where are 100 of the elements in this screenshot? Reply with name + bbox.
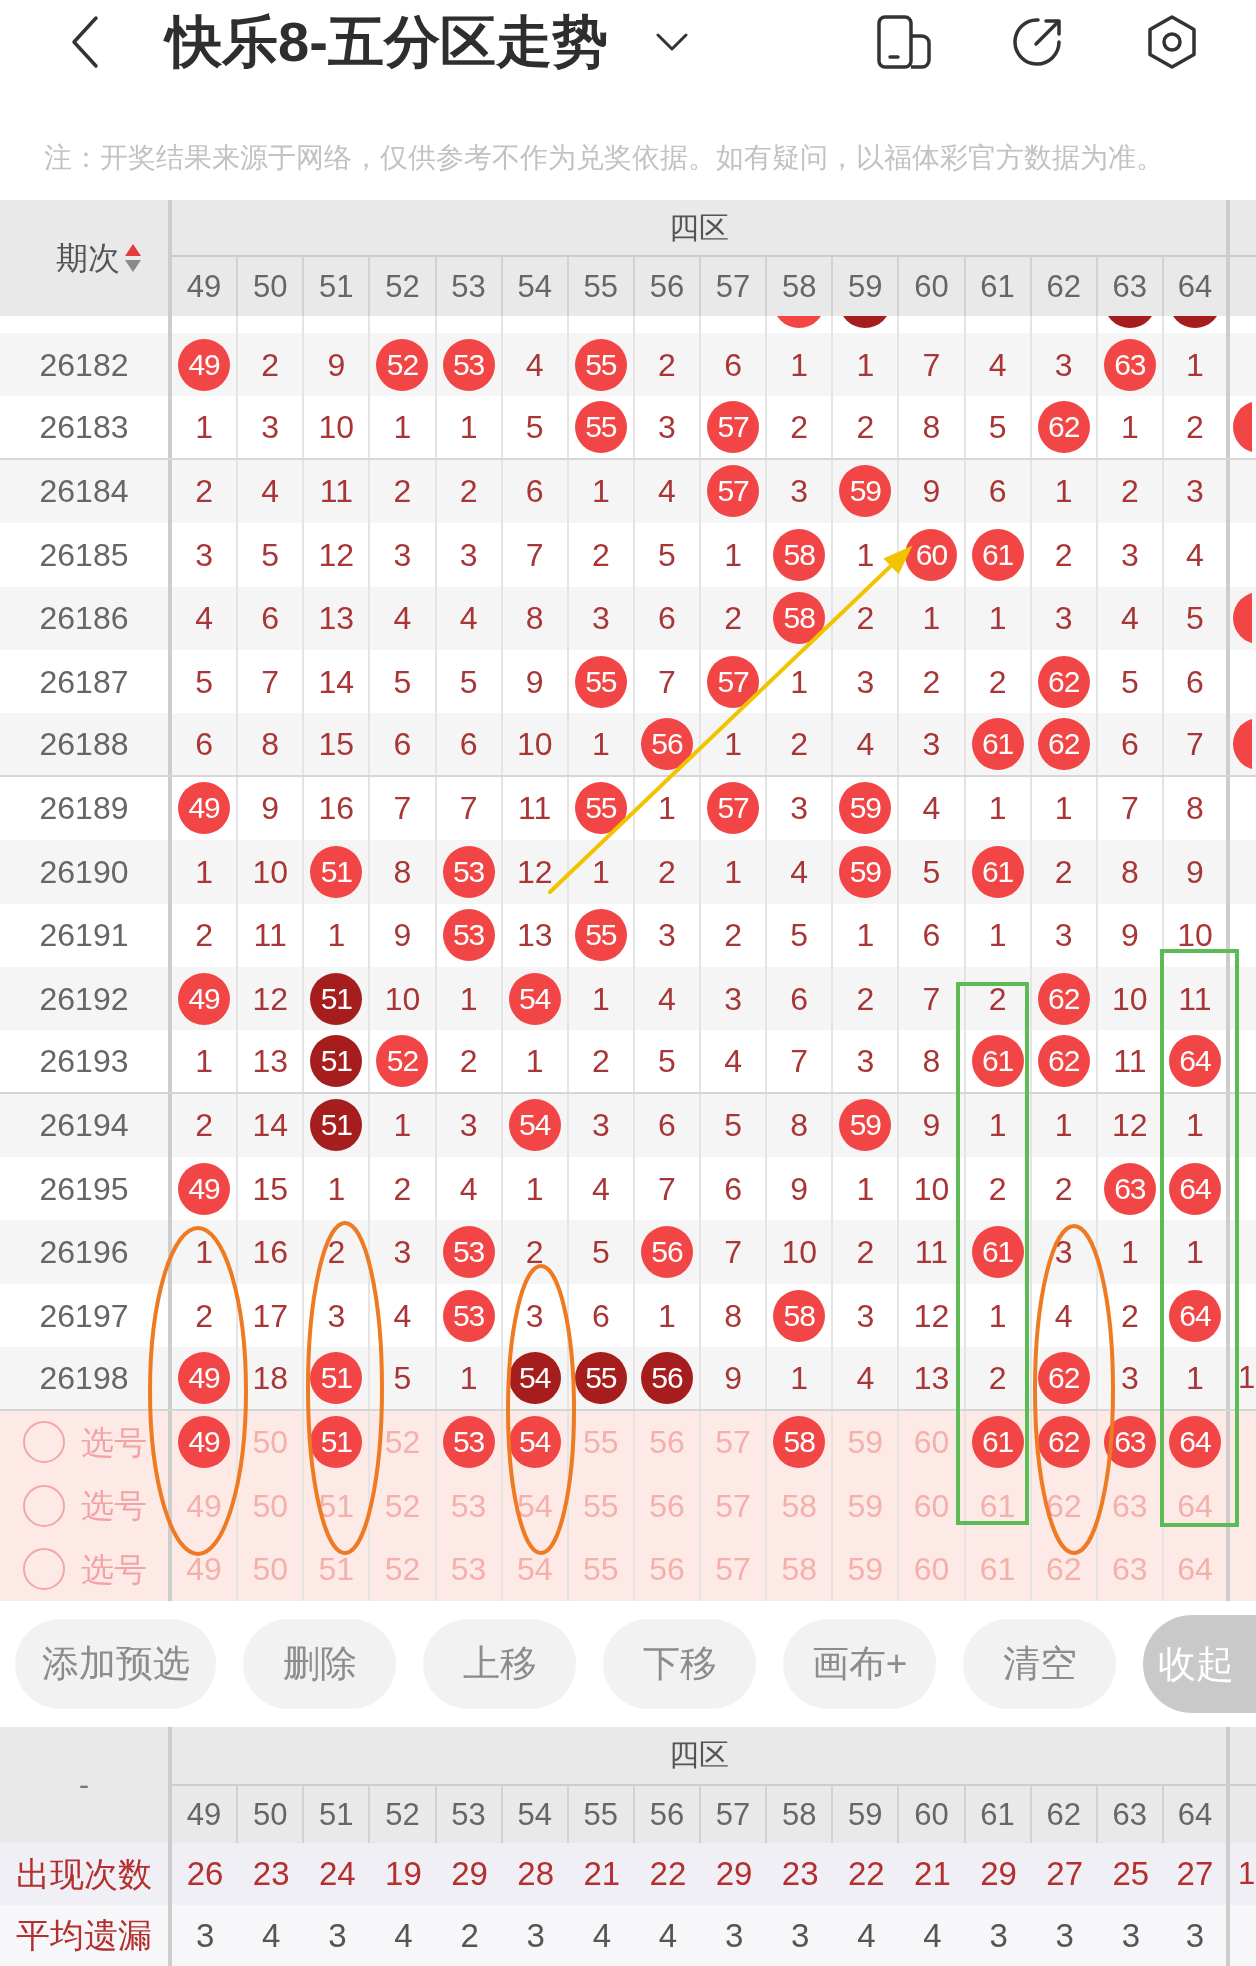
stat-value: 22 [649, 1857, 687, 1891]
radio-button[interactable] [23, 1484, 65, 1527]
pick-number[interactable]: 50 [252, 1426, 288, 1459]
pick-label: 选号 [81, 1425, 147, 1459]
action-button[interactable]: 下移 [603, 1618, 756, 1709]
gap-count: 1 [459, 982, 478, 1015]
pick-number[interactable]: 63 [1112, 1489, 1148, 1522]
pick-number[interactable]: 60 [913, 1426, 950, 1459]
stat-value: 29 [451, 1857, 488, 1891]
gap-count: 6 [790, 982, 809, 1015]
gap-count: 6 [459, 728, 478, 761]
gap-count: 2 [195, 475, 213, 508]
pick-number[interactable]: 61 [979, 1489, 1016, 1522]
gap-count: 2 [459, 475, 478, 508]
action-button[interactable]: 清空 [963, 1618, 1116, 1709]
action-button[interactable]: 删除 [243, 1618, 396, 1709]
pick-number[interactable]: 55 [583, 1553, 619, 1586]
pick-number[interactable]: 51 [318, 1553, 355, 1586]
zone-heading: 四区 [669, 1740, 729, 1771]
pick-number[interactable]: 64 [1177, 1489, 1213, 1522]
gap-count: 4 [988, 348, 1007, 381]
gap-count: 10 [1112, 982, 1148, 1015]
pick-number[interactable]: 50 [252, 1489, 288, 1522]
back-button[interactable] [70, 15, 100, 69]
gap-count: 10 [252, 855, 288, 888]
gap-count: 6 [195, 728, 213, 761]
pick-number[interactable]: 57 [715, 1426, 751, 1459]
pick-number[interactable]: 53 [450, 1553, 487, 1586]
gap-count: 5 [658, 1045, 676, 1077]
action-button[interactable]: 画布+ [783, 1618, 936, 1709]
pick-number[interactable]: 63 [1112, 1553, 1148, 1586]
device-button[interactable] [876, 14, 932, 70]
sort-icon[interactable] [124, 243, 142, 273]
gap-count: 9 [1186, 855, 1204, 888]
gap-count: 2 [856, 602, 875, 635]
pick-number[interactable]: 57 [715, 1489, 751, 1522]
pick-number[interactable]: 61 [979, 1553, 1016, 1586]
period-number: 26182 [39, 348, 129, 381]
pick-number[interactable]: 55 [583, 1426, 619, 1459]
pick-number[interactable]: 52 [384, 1426, 421, 1459]
gap-count: 9 [1120, 919, 1139, 952]
gap-count: 2 [1186, 411, 1204, 444]
column-number: 49 [186, 271, 222, 302]
gap-count: 12 [252, 982, 288, 1015]
dropdown-button[interactable] [655, 32, 688, 52]
pick-number[interactable]: 53 [450, 1489, 487, 1522]
period-number: 26188 [39, 728, 129, 761]
gap-count: 4 [790, 855, 809, 888]
gap-count: 6 [591, 1299, 610, 1332]
gap-count: 4 [459, 1172, 478, 1205]
pick-number[interactable]: 51 [318, 1489, 355, 1522]
pick-number[interactable]: 55 [583, 1489, 619, 1522]
pick-number[interactable]: 56 [649, 1489, 685, 1522]
stat-value: 27 [1046, 1857, 1084, 1891]
pick-number[interactable]: 58 [781, 1489, 817, 1522]
pick-number[interactable]: 62 [1045, 1489, 1082, 1522]
gap-count: 7 [1120, 792, 1139, 825]
pick-number[interactable]: 59 [847, 1426, 884, 1459]
gap-count: 2 [1054, 538, 1073, 571]
pick-number[interactable]: 64 [1177, 1553, 1213, 1586]
gap-count: 6 [1120, 728, 1139, 761]
action-button[interactable]: 添加预选 [15, 1618, 216, 1709]
gap-count: 5 [724, 1109, 742, 1142]
pick-number[interactable]: 60 [913, 1489, 950, 1522]
pick-number[interactable]: 54 [516, 1489, 553, 1522]
stat-value: 4 [394, 1918, 413, 1952]
stat-value: 23 [252, 1857, 290, 1891]
pick-number[interactable]: 50 [252, 1553, 288, 1586]
pick-number[interactable]: 62 [1045, 1553, 1082, 1586]
pick-number[interactable]: 52 [384, 1489, 421, 1522]
pick-number[interactable]: 52 [384, 1553, 421, 1586]
pick-number[interactable]: 49 [186, 1489, 222, 1522]
gap-count: 3 [658, 411, 676, 444]
gap-count: 1 [195, 1045, 213, 1077]
radio-button[interactable] [23, 1421, 65, 1464]
stat-value: 4 [658, 1918, 678, 1952]
gap-count: 1 [724, 728, 742, 761]
pick-number[interactable]: 58 [781, 1553, 817, 1586]
pick-number[interactable]: 49 [186, 1553, 222, 1586]
pick-number[interactable]: 60 [913, 1553, 950, 1586]
pick-number[interactable]: 56 [649, 1553, 685, 1586]
gap-count: 2 [1054, 855, 1073, 888]
gap-count: 7 [1186, 728, 1204, 761]
column-number: 59 [848, 271, 883, 302]
action-button[interactable]: 上移 [423, 1618, 576, 1709]
column-number: 56 [649, 271, 685, 302]
column-heading[interactable]: 期次 [56, 242, 120, 274]
pick-number[interactable]: 59 [847, 1489, 884, 1522]
radio-button[interactable] [23, 1548, 65, 1591]
pick-number[interactable]: 54 [516, 1553, 553, 1586]
pick-number[interactable]: 56 [649, 1426, 685, 1459]
stat-value: 29 [715, 1857, 753, 1891]
gap-count: 3 [856, 1299, 875, 1332]
stat-value: 19 [385, 1857, 422, 1891]
column-number: 55 [583, 1798, 619, 1830]
pick-number[interactable]: 57 [715, 1553, 751, 1586]
pick-number[interactable]: 59 [847, 1553, 884, 1586]
gap-count: 13 [252, 1045, 288, 1077]
gap-count: 5 [658, 538, 676, 571]
gap-count: 2 [195, 919, 213, 952]
